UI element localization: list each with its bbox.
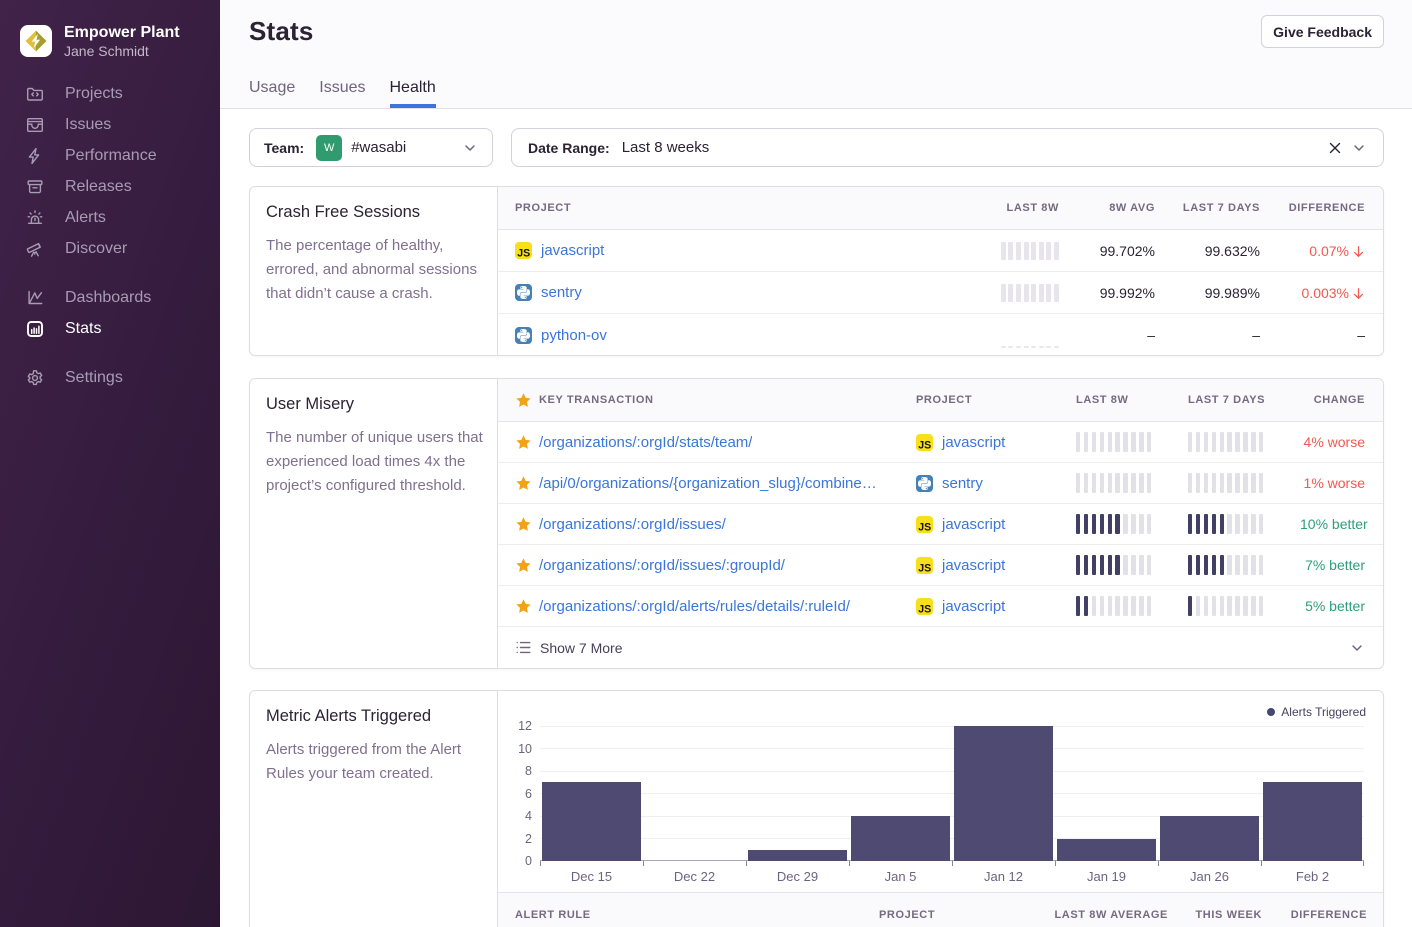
svg-text:JS: JS — [517, 247, 530, 259]
svg-text:JS: JS — [918, 603, 931, 615]
svg-text:JS: JS — [918, 562, 931, 574]
svg-text:JS: JS — [918, 439, 931, 451]
svg-text:JS: JS — [918, 521, 931, 533]
